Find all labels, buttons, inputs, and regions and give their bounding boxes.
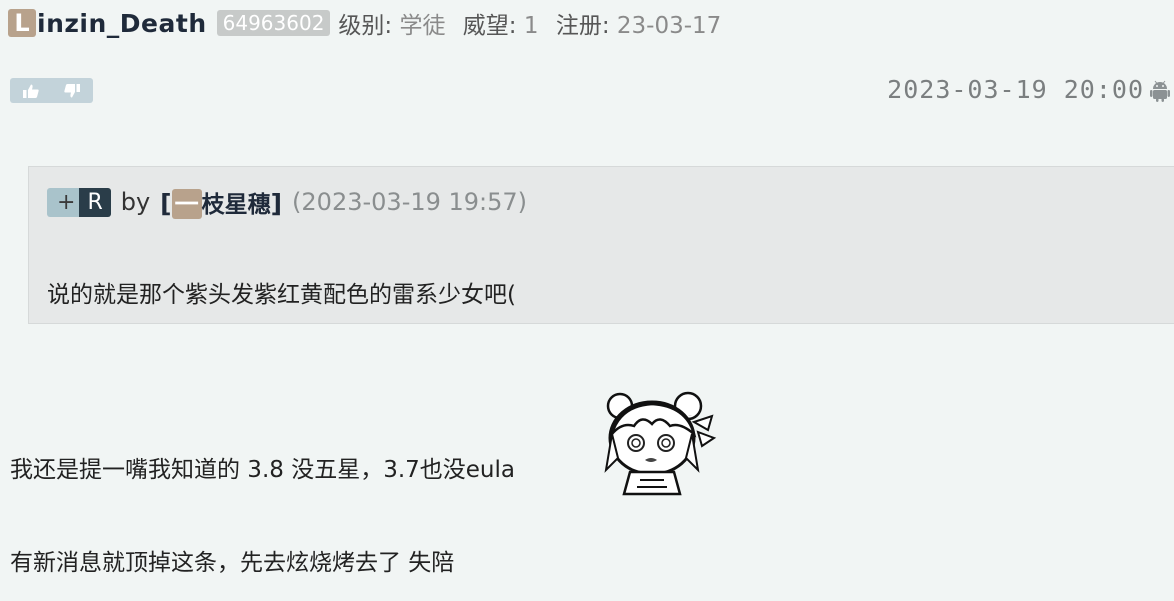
quote-author-link[interactable]: [一枝星穗] xyxy=(160,185,282,219)
user-id-badge[interactable]: 64963602 xyxy=(216,10,331,36)
chibi-sticker-icon xyxy=(590,388,718,500)
prestige-value: 1 xyxy=(523,13,539,39)
username-link[interactable]: inzin_Death xyxy=(37,9,207,38)
quote-header: + R by [一枝星穗] (2023-03-19 19:57) xyxy=(47,185,528,219)
post-timestamp: 2023-03-19 20:00 xyxy=(887,75,1144,104)
reply-badge[interactable]: R xyxy=(79,187,111,217)
quote-by-label: by xyxy=(120,188,151,216)
quote-block: + R by [一枝星穗] (2023-03-19 19:57) 说的就是那个紫头… xyxy=(28,166,1174,324)
bracket-open: [ xyxy=(160,189,172,218)
username-initial: L xyxy=(8,9,36,37)
thumbs-up-icon[interactable] xyxy=(22,83,40,99)
vote-buttons xyxy=(10,78,93,103)
post-header: L inzin_Death 64963602 级别: 学徒 威望: 1 注册: … xyxy=(8,6,721,40)
quote-text: 说的就是那个紫头发紫红黄配色的雷系少女吧( xyxy=(47,282,516,308)
user-meta: 级别: 学徒 威望: 1 注册: 23-03-17 xyxy=(338,6,721,40)
register-label: 注册: xyxy=(555,13,610,39)
quote-author-initial: 一 xyxy=(171,189,202,219)
quote-author-name: 枝星穗 xyxy=(201,192,271,218)
android-icon xyxy=(1150,80,1170,106)
quote-time: (2023-03-19 19:57) xyxy=(292,188,528,216)
register-value: 23-03-17 xyxy=(616,13,722,39)
quote-plus-button[interactable]: + xyxy=(47,187,80,217)
thumbs-down-icon[interactable] xyxy=(63,83,81,99)
post-text-line-1: 我还是提一嘴我知道的 3.8 没五星，3.7也没eula xyxy=(10,457,515,483)
level-label: 级别: xyxy=(338,13,393,39)
bracket-close: ] xyxy=(270,189,283,218)
level-value: 学徒 xyxy=(399,13,446,39)
prestige-label: 威望: xyxy=(462,13,517,39)
post-text-line-2: 有新消息就顶掉这条，先去炫烧烤去了 失陪 xyxy=(10,550,455,576)
